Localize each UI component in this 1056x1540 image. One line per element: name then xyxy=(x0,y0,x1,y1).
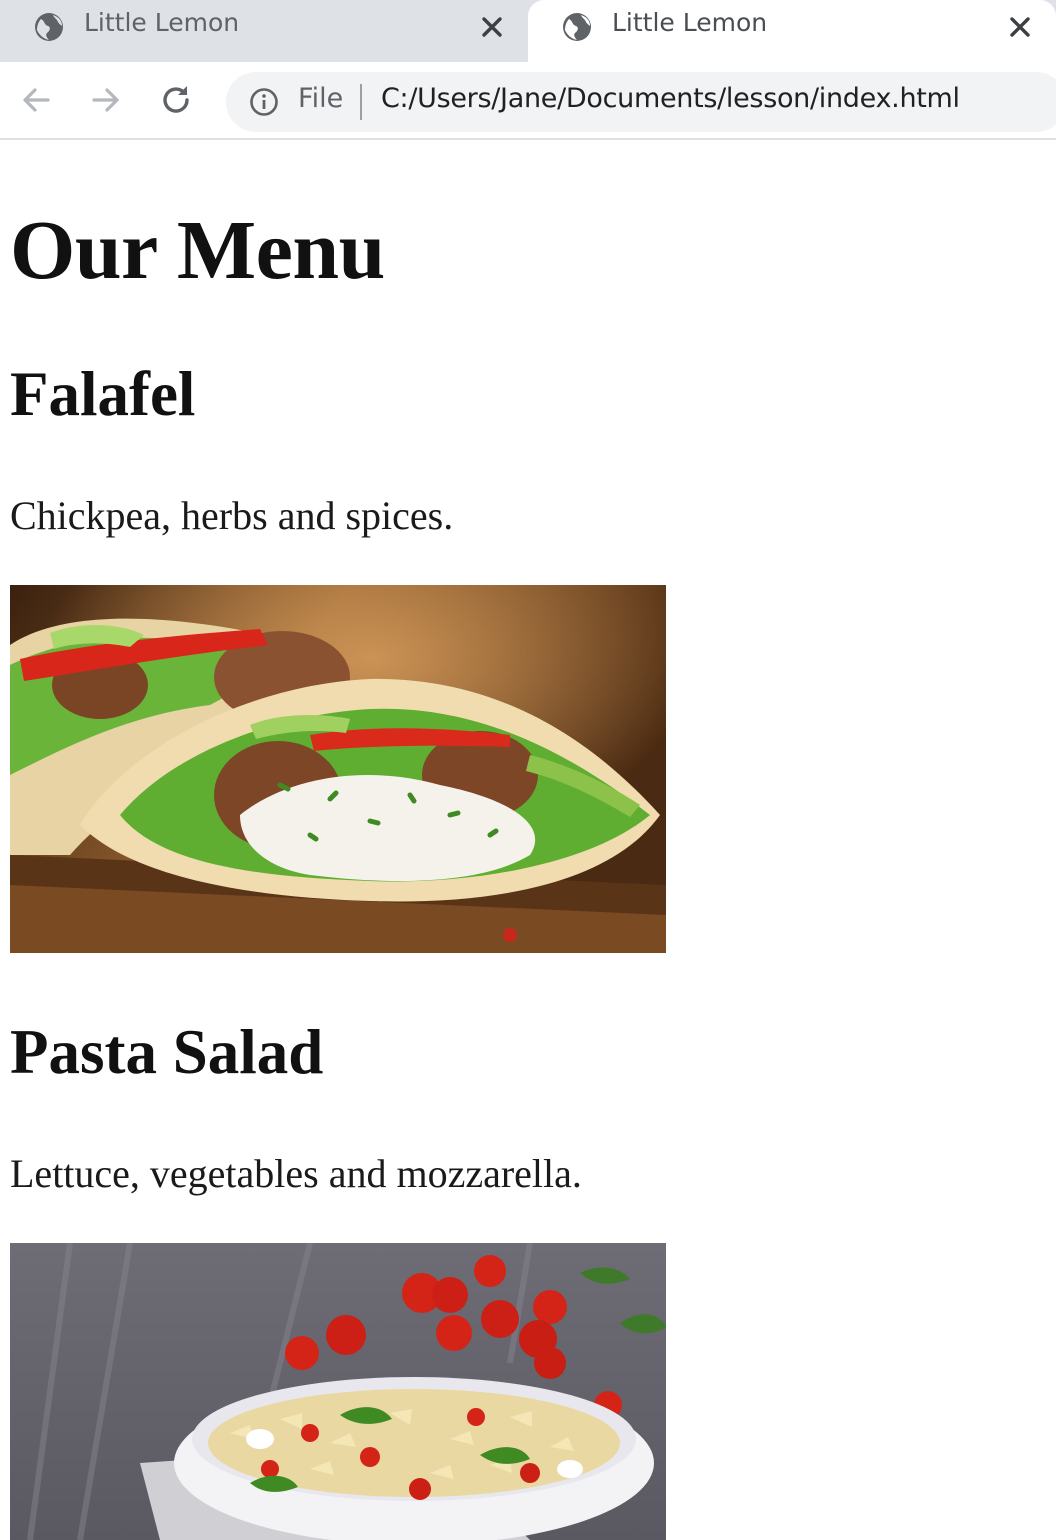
browser-toolbar: File C:/Users/Jane/Documents/lesson/inde… xyxy=(0,62,1056,140)
tab-inactive[interactable]: Little Lemon xyxy=(0,0,528,62)
info-icon[interactable] xyxy=(248,86,280,118)
menu-item-description: Lettuce, vegetables and mozzarella. xyxy=(10,1151,582,1196)
globe-icon xyxy=(563,13,591,41)
menu-item-heading: Pasta Salad xyxy=(10,1017,324,1087)
tab-strip: Little Lemon Little Lemon xyxy=(0,0,1056,62)
menu-item-description: Chickpea, herbs and spices. xyxy=(10,493,454,538)
tab-title: Little Lemon xyxy=(612,8,768,37)
page-title: Our Menu xyxy=(10,204,385,297)
back-arrow-icon[interactable] xyxy=(16,80,56,120)
tab-title: Little Lemon xyxy=(84,8,240,37)
forward-arrow-icon[interactable] xyxy=(86,80,126,120)
address-divider xyxy=(360,84,362,120)
close-icon[interactable] xyxy=(476,11,508,43)
address-bar[interactable]: File C:/Users/Jane/Documents/lesson/inde… xyxy=(226,72,1056,132)
pasta-salad-image xyxy=(10,1243,666,1540)
falafel-image xyxy=(10,585,666,953)
reload-icon[interactable] xyxy=(156,80,196,120)
page-content: Our Menu Falafel Chickpea, herbs and spi… xyxy=(0,142,1056,1540)
tab-active[interactable]: Little Lemon xyxy=(528,0,1056,62)
menu-item-heading: Falafel xyxy=(10,359,196,429)
globe-icon xyxy=(35,13,63,41)
url-text[interactable]: C:/Users/Jane/Documents/lesson/index.htm… xyxy=(381,83,960,114)
scheme-label: File xyxy=(298,83,344,114)
close-icon[interactable] xyxy=(1004,11,1036,43)
